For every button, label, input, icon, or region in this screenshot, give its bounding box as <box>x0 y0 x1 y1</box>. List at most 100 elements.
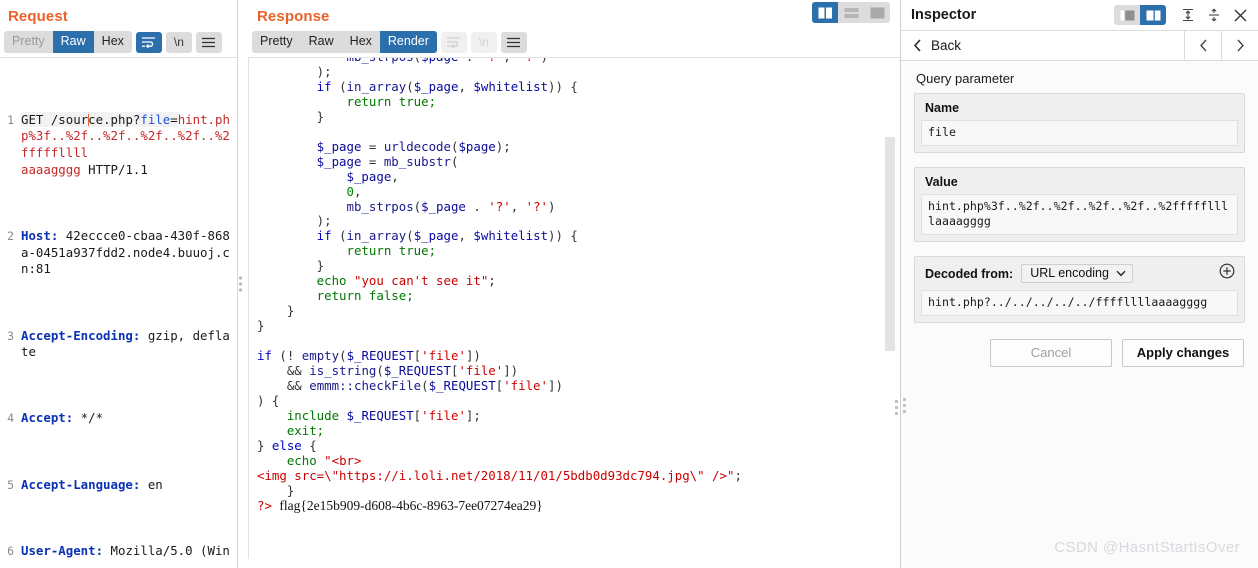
side-layout-icon <box>1120 10 1134 20</box>
single-pane-view-button[interactable] <box>864 2 890 23</box>
request-title: Request <box>8 8 68 25</box>
request-tab-hex[interactable]: Hex <box>94 31 132 53</box>
inspector-layout-toggle-group <box>1114 5 1166 25</box>
word-wrap-glyph <box>142 37 156 48</box>
header-value: */* <box>73 410 104 426</box>
text-cursor <box>87 113 89 126</box>
line-number: 3 <box>7 328 14 343</box>
decoded-card: Decoded from: URL encoding hint.php?../.… <box>914 256 1245 323</box>
plus-circle-glyph <box>1219 263 1235 279</box>
request-path: /source.php? <box>50 111 141 127</box>
response-source-code: mb_strpos($page . '?', '?') ); if (in_ar… <box>257 58 742 513</box>
response-tab-pretty[interactable]: Pretty <box>252 31 301 53</box>
apply-changes-button[interactable]: Apply changes <box>1122 339 1244 367</box>
scrollbar-thumb[interactable] <box>885 137 895 351</box>
request-tab-pretty[interactable]: Pretty <box>4 31 53 53</box>
response-tab-hex[interactable]: Hex <box>342 31 380 53</box>
back-label: Back <box>931 38 962 53</box>
response-title: Response <box>257 8 330 25</box>
request-method: GET <box>21 111 51 127</box>
inspector-header: Inspector <box>901 0 1258 31</box>
header-name: Accept-Language: <box>21 476 141 492</box>
inspector-side-layout-button[interactable] <box>1114 5 1140 25</box>
request-toolbar: Pretty Raw Hex \n <box>0 25 237 57</box>
name-card: Name file <box>914 93 1245 153</box>
collapse-all-icon[interactable] <box>1202 4 1226 26</box>
line-number: 4 <box>7 411 14 426</box>
plus-circle-icon[interactable] <box>1219 263 1235 284</box>
response-code-area[interactable]: mb_strpos($page . '?', '?') ); if (in_ar… <box>248 57 900 559</box>
response-vertical-scrollbar[interactable] <box>885 61 895 555</box>
response-tab-render[interactable]: Render <box>379 31 437 53</box>
burp-suite-window: Request Pretty Raw Hex \n 1 GET /source.… <box>0 0 1258 568</box>
response-tab-raw[interactable]: Raw <box>301 31 342 53</box>
encoding-select-value: URL encoding <box>1030 266 1109 280</box>
request-equals: = <box>170 111 178 127</box>
response-toolbar: Pretty Raw Hex Render \n <box>248 25 900 57</box>
hamburger-glyph <box>507 37 521 47</box>
split-layout-icon <box>1146 10 1160 20</box>
name-input[interactable]: file <box>921 120 1238 146</box>
decoded-value-input[interactable]: hint.php?../../../../../ffffllllaaaagggg <box>921 290 1238 316</box>
header-name: User-Agent: <box>21 543 104 559</box>
response-resize-grip[interactable] <box>895 400 898 415</box>
line-number: 1 <box>7 112 14 127</box>
inspector-section-label: Query parameter <box>901 61 1258 93</box>
chevron-left-icon <box>913 39 921 52</box>
request-newline-toggle[interactable]: \n <box>165 31 192 53</box>
flag-text: flag{2e15b909-d608-4b6c-8963-7ee07274ea2… <box>279 497 543 513</box>
header-value: en <box>140 476 163 492</box>
split-horizontal-icon <box>844 7 858 18</box>
response-word-wrap-icon <box>440 31 467 53</box>
panel-splitter[interactable] <box>237 0 248 568</box>
expand-all-glyph <box>1183 8 1193 22</box>
request-line: 6 User-Agent: Mozilla/5.0 (Windows NT 10… <box>0 543 237 559</box>
newline-label: \n <box>173 35 184 49</box>
header-name: Host: <box>21 227 59 243</box>
line-number: 6 <box>7 544 14 559</box>
encoding-select[interactable]: URL encoding <box>1021 264 1133 283</box>
response-menu-icon[interactable] <box>500 31 527 53</box>
split-horizontal-view-button[interactable] <box>838 2 864 23</box>
request-line: 3 Accept-Encoding: gzip, deflate <box>0 328 237 361</box>
line-number: 2 <box>7 228 14 243</box>
inspector-split-layout-button[interactable] <box>1140 5 1166 25</box>
back-button[interactable]: Back <box>901 31 1184 60</box>
request-panel: Request Pretty Raw Hex \n 1 GET /source.… <box>0 0 237 568</box>
request-line: 4 Accept: */* <box>0 410 237 427</box>
close-glyph <box>1234 9 1246 21</box>
value-card-title: Value <box>925 175 958 189</box>
collapse-all-glyph <box>1209 8 1219 22</box>
layout-view-toggle-group <box>812 2 890 23</box>
single-pane-icon <box>870 7 884 18</box>
response-panel: Response Pretty Raw Hex Render \n); if … <box>248 0 900 568</box>
hamburger-glyph <box>202 37 216 47</box>
previous-item-button[interactable] <box>1184 31 1221 60</box>
request-code-area[interactable]: 1 GET /source.php?file=hint.php%3f..%2f.… <box>0 57 237 559</box>
cancel-button[interactable]: Cancel <box>990 339 1112 367</box>
inspector-resize-grip[interactable] <box>903 398 906 413</box>
value-card: Value hint.php%3f..%2f..%2f..%2f..%2f..%… <box>914 167 1245 242</box>
inspector-title: Inspector <box>911 7 977 23</box>
expand-all-icon[interactable] <box>1176 4 1200 26</box>
request-word-wrap-icon[interactable] <box>135 31 162 53</box>
value-input[interactable]: hint.php%3f..%2f..%2f..%2f..%2f..%2fffff… <box>921 194 1238 235</box>
inspector-panel: Inspector Back Query parameter Name file… <box>900 0 1258 568</box>
chevron-left-icon <box>1199 39 1207 52</box>
split-vertical-view-button[interactable] <box>812 2 838 23</box>
inspector-button-row: Cancel Apply changes <box>901 337 1258 367</box>
newline-label: \n <box>478 35 489 49</box>
request-tab-raw[interactable]: Raw <box>52 31 94 53</box>
request-raw-text: 1 GET /source.php?file=hint.php%3f..%2f.… <box>0 58 237 559</box>
split-vertical-icon <box>818 7 832 18</box>
request-menu-icon[interactable] <box>195 31 222 53</box>
request-line: 2 Host: 42eccce0-cbaa-430f-868a-0451a937… <box>0 228 237 278</box>
chevron-down-icon <box>1116 270 1126 276</box>
request-line: 1 GET /source.php?file=hint.php%3f..%2f.… <box>0 111 237 178</box>
chevron-right-icon <box>1236 39 1244 52</box>
next-item-button[interactable] <box>1221 31 1258 60</box>
watermark: CSDN @HasntStartIsOver <box>1054 539 1240 556</box>
inspector-nav: Back <box>901 31 1258 61</box>
close-icon[interactable] <box>1228 4 1252 26</box>
header-name: Accept-Encoding: <box>21 327 141 343</box>
